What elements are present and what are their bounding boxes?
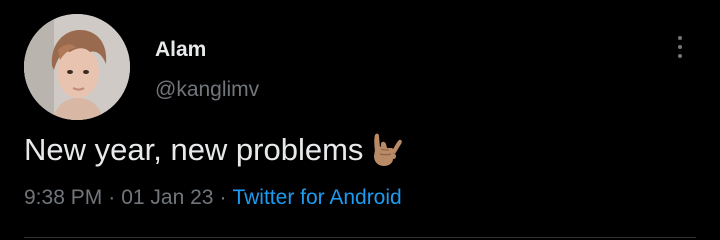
more-vertical-icon (678, 36, 682, 40)
tweet-time[interactable]: 9:38 PM (24, 186, 102, 209)
user-handle[interactable]: @kanglimv (155, 77, 259, 103)
more-vertical-icon-dot (678, 54, 682, 58)
tweet-detail: Alam @kanglimv New year, new problems 9:… (0, 0, 720, 240)
meta-separator: · (108, 186, 116, 209)
tweet-meta: 9:38 PM · 01 Jan 23 · Twitter for Android (24, 184, 402, 212)
display-name[interactable]: Alam (155, 37, 206, 63)
tweet-text: New year, new problems (24, 128, 405, 172)
tweet-text-content: New year, new problems (24, 132, 364, 167)
more-options-button[interactable] (666, 30, 694, 64)
tweet-date[interactable]: 01 Jan 23 (121, 186, 213, 209)
sign-of-the-horns-emoji-icon (374, 133, 403, 166)
divider (24, 237, 696, 238)
meta-separator: · (219, 186, 227, 209)
tweet-source-link[interactable]: Twitter for Android (232, 186, 401, 209)
more-vertical-icon-dot (678, 45, 682, 49)
profile-photo-icon (24, 14, 130, 120)
avatar[interactable] (24, 14, 130, 120)
